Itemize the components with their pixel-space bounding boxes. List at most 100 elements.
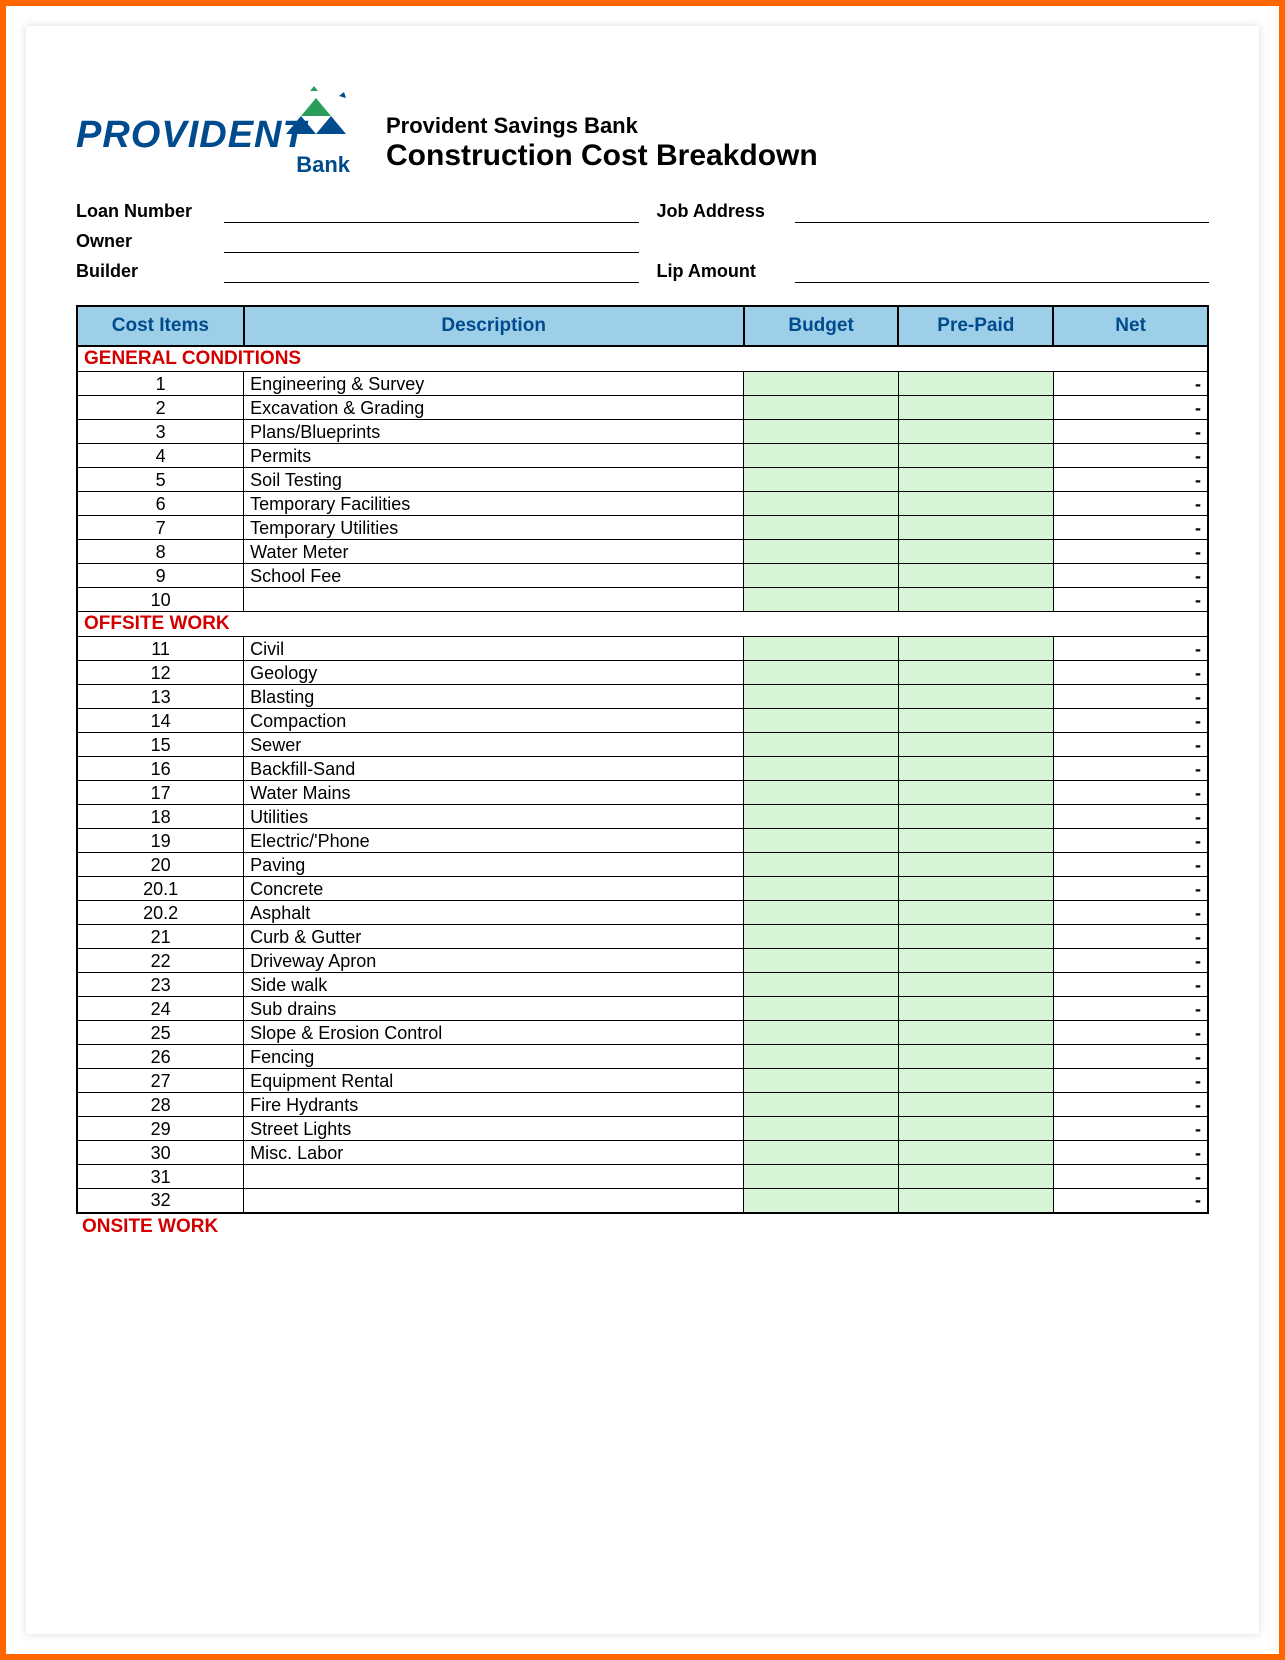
owner-label: Owner <box>76 231 206 253</box>
row-budget[interactable] <box>744 733 899 757</box>
row-budget[interactable] <box>744 637 899 661</box>
row-net: - <box>1053 420 1208 444</box>
row-budget[interactable] <box>744 588 899 612</box>
row-prepaid[interactable] <box>898 444 1053 468</box>
row-net: - <box>1053 444 1208 468</box>
row-description: Water Meter <box>244 540 744 564</box>
row-description <box>244 1165 744 1189</box>
row-prepaid[interactable] <box>898 637 1053 661</box>
row-prepaid[interactable] <box>898 1021 1053 1045</box>
row-prepaid[interactable] <box>898 781 1053 805</box>
row-budget[interactable] <box>744 901 899 925</box>
row-prepaid[interactable] <box>898 805 1053 829</box>
row-budget[interactable] <box>744 1045 899 1069</box>
row-budget[interactable] <box>744 1069 899 1093</box>
row-budget[interactable] <box>744 564 899 588</box>
row-budget[interactable] <box>744 396 899 420</box>
row-budget[interactable] <box>744 853 899 877</box>
row-prepaid[interactable] <box>898 1045 1053 1069</box>
row-prepaid[interactable] <box>898 1189 1053 1213</box>
row-budget[interactable] <box>744 468 899 492</box>
job-address-input[interactable] <box>795 201 1210 223</box>
row-budget[interactable] <box>744 1117 899 1141</box>
col-cost-items: Cost Items <box>77 306 244 346</box>
row-budget[interactable] <box>744 1093 899 1117</box>
table-row: 4Permits- <box>77 444 1208 468</box>
row-prepaid[interactable] <box>898 661 1053 685</box>
row-description: Asphalt <box>244 901 744 925</box>
row-budget[interactable] <box>744 997 899 1021</box>
row-prepaid[interactable] <box>898 853 1053 877</box>
row-budget[interactable] <box>744 709 899 733</box>
loan-number-input[interactable] <box>224 201 639 223</box>
row-number: 7 <box>77 516 244 540</box>
row-number: 1 <box>77 372 244 396</box>
row-budget[interactable] <box>744 540 899 564</box>
table-row: 20.2Asphalt- <box>77 901 1208 925</box>
row-budget[interactable] <box>744 805 899 829</box>
row-prepaid[interactable] <box>898 492 1053 516</box>
row-net: - <box>1053 949 1208 973</box>
row-budget[interactable] <box>744 444 899 468</box>
row-prepaid[interactable] <box>898 372 1053 396</box>
row-budget[interactable] <box>744 877 899 901</box>
row-prepaid[interactable] <box>898 468 1053 492</box>
row-budget[interactable] <box>744 685 899 709</box>
table-row: 5Soil Testing- <box>77 468 1208 492</box>
row-number: 3 <box>77 420 244 444</box>
row-number: 5 <box>77 468 244 492</box>
row-net: - <box>1053 372 1208 396</box>
row-prepaid[interactable] <box>898 829 1053 853</box>
row-budget[interactable] <box>744 661 899 685</box>
row-budget[interactable] <box>744 492 899 516</box>
table-row: 9School Fee- <box>77 564 1208 588</box>
row-prepaid[interactable] <box>898 709 1053 733</box>
row-description: Concrete <box>244 877 744 901</box>
row-description: Temporary Utilities <box>244 516 744 540</box>
row-prepaid[interactable] <box>898 949 1053 973</box>
row-budget[interactable] <box>744 1021 899 1045</box>
row-budget[interactable] <box>744 1189 899 1213</box>
row-number: 17 <box>77 781 244 805</box>
row-prepaid[interactable] <box>898 685 1053 709</box>
row-prepaid[interactable] <box>898 901 1053 925</box>
row-prepaid[interactable] <box>898 1165 1053 1189</box>
row-prepaid[interactable] <box>898 1069 1053 1093</box>
row-budget[interactable] <box>744 372 899 396</box>
row-budget[interactable] <box>744 949 899 973</box>
row-prepaid[interactable] <box>898 420 1053 444</box>
row-budget[interactable] <box>744 781 899 805</box>
row-prepaid[interactable] <box>898 757 1053 781</box>
row-budget[interactable] <box>744 973 899 997</box>
row-net: - <box>1053 516 1208 540</box>
row-number: 19 <box>77 829 244 853</box>
row-budget[interactable] <box>744 420 899 444</box>
row-prepaid[interactable] <box>898 588 1053 612</box>
row-net: - <box>1053 492 1208 516</box>
row-description <box>244 1189 744 1213</box>
row-budget[interactable] <box>744 1165 899 1189</box>
row-prepaid[interactable] <box>898 733 1053 757</box>
row-prepaid[interactable] <box>898 877 1053 901</box>
row-prepaid[interactable] <box>898 396 1053 420</box>
row-prepaid[interactable] <box>898 516 1053 540</box>
table-row: 23Side walk- <box>77 973 1208 997</box>
row-prepaid[interactable] <box>898 1117 1053 1141</box>
row-prepaid[interactable] <box>898 564 1053 588</box>
row-budget[interactable] <box>744 925 899 949</box>
lip-amount-input[interactable] <box>795 261 1210 283</box>
row-prepaid[interactable] <box>898 1093 1053 1117</box>
table-row: 26Fencing- <box>77 1045 1208 1069</box>
row-prepaid[interactable] <box>898 997 1053 1021</box>
row-prepaid[interactable] <box>898 540 1053 564</box>
builder-input[interactable] <box>224 261 639 283</box>
row-prepaid[interactable] <box>898 1141 1053 1165</box>
owner-input[interactable] <box>224 231 639 253</box>
row-net: - <box>1053 709 1208 733</box>
row-prepaid[interactable] <box>898 925 1053 949</box>
row-budget[interactable] <box>744 757 899 781</box>
row-prepaid[interactable] <box>898 973 1053 997</box>
row-budget[interactable] <box>744 829 899 853</box>
row-budget[interactable] <box>744 516 899 540</box>
row-budget[interactable] <box>744 1141 899 1165</box>
